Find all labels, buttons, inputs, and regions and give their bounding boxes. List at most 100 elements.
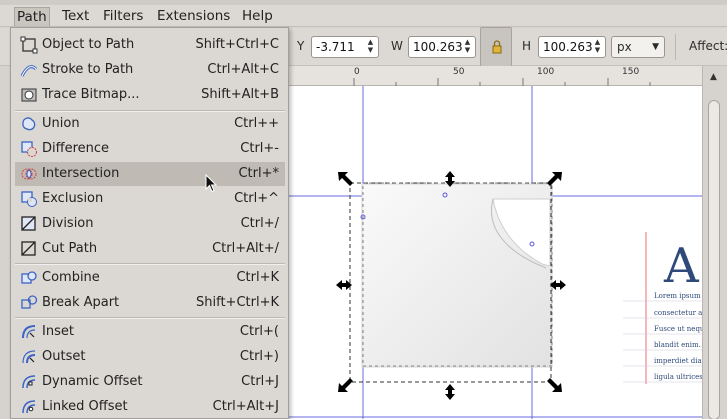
text-line: Lorem ipsum d: [654, 292, 702, 300]
difference-icon: [21, 141, 37, 157]
object-to-path-icon: [20, 36, 38, 54]
menu-item-label: Stroke to Path: [42, 62, 134, 77]
menu-item-inset[interactable]: Inset Ctrl+(: [15, 320, 285, 344]
ruler-label: 100: [537, 67, 555, 77]
menu-item-label: Union: [42, 116, 80, 131]
chevron-down-icon: ▼: [652, 42, 659, 52]
stroke-to-path-icon: [20, 65, 38, 77]
menu-filters[interactable]: Filters: [101, 7, 145, 26]
menu-item-accel: Ctrl+Alt+C: [207, 62, 279, 77]
menu-item-accel: Ctrl+Alt+/: [212, 241, 279, 256]
lock-ratio-button[interactable]: [480, 27, 512, 67]
text-line: blandit enim. V: [654, 341, 702, 349]
menu-item-linked-offset[interactable]: Linked Offset Ctrl+Alt+J: [15, 395, 285, 418]
vertical-scrollbar[interactable]: ▲: [702, 66, 727, 419]
ruler-label: 0: [354, 67, 360, 77]
menu-item-intersection[interactable]: Intersection Ctrl+*: [15, 162, 285, 186]
spin-arrows-icon[interactable]: ▲ ▼: [463, 38, 472, 56]
inkscape-window: Path Text Filters Extensions Help Y -3.7…: [0, 0, 727, 419]
drawing-canvas[interactable]: A Lorem ipsum d consectetur adi Fusce ut…: [288, 86, 702, 419]
menu-path[interactable]: Path: [14, 7, 50, 26]
menu-item-label: Intersection: [42, 166, 120, 181]
menu-item-union[interactable]: Union Ctrl++: [15, 112, 285, 136]
division-icon: [21, 216, 36, 231]
menu-item-accel: Shift+Ctrl+K: [196, 295, 279, 310]
linked-offset-icon: [22, 400, 36, 414]
menubar: Path Text Filters Extensions Help: [0, 5, 727, 27]
path-menu-dropdown: Object to Path Shift+Ctrl+C Stroke to Pa…: [10, 27, 289, 419]
menu-item-accel: Ctrl+K: [236, 270, 279, 285]
menu-item-trace-bitmap[interactable]: Trace Bitmap... Shift+Alt+B: [15, 83, 285, 107]
menu-item-exclusion[interactable]: Exclusion Ctrl+^: [15, 187, 285, 211]
text-line: Fusce ut neque: [654, 325, 702, 333]
menu-item-label: Trace Bitmap...: [42, 87, 140, 102]
unit-value: px: [617, 40, 632, 54]
menu-extensions[interactable]: Extensions: [155, 7, 232, 26]
ruler-label: 150: [622, 67, 640, 77]
w-label: W: [391, 39, 403, 53]
menu-item-accel: Ctrl+): [239, 349, 279, 364]
menu-text[interactable]: Text: [60, 7, 91, 26]
menu-item-dynamic-offset[interactable]: Dynamic Offset Ctrl+J: [15, 370, 285, 394]
menu-item-accel: Ctrl+^: [234, 191, 279, 206]
menu-item-accel: Ctrl+*: [238, 166, 279, 181]
scrollbar-thumb[interactable]: [708, 100, 720, 419]
menu-item-accel: Ctrl+(: [239, 324, 279, 339]
menu-item-accel: Shift+Ctrl+C: [195, 37, 279, 52]
menu-item-combine[interactable]: Combine Ctrl+K: [15, 266, 285, 290]
w-spinbox[interactable]: 100.263 ▲ ▼: [408, 36, 476, 58]
menu-item-label: Division: [42, 216, 94, 231]
text-line: ligula ultrices r: [654, 373, 702, 381]
outset-icon: [22, 350, 36, 364]
menu-item-label: Inset: [42, 324, 74, 339]
menu-separator: [15, 263, 285, 265]
spin-arrows-icon[interactable]: ▲ ▼: [366, 38, 375, 56]
menu-item-accel: Ctrl++: [234, 116, 279, 131]
menu-item-division[interactable]: Division Ctrl+/: [15, 212, 285, 236]
menu-item-object-to-path[interactable]: Object to Path Shift+Ctrl+C: [15, 33, 285, 57]
cut-path-icon: [21, 241, 36, 256]
menu-item-label: Outset: [42, 349, 86, 364]
scroll-up-icon[interactable]: ▲: [710, 72, 717, 82]
trace-bitmap-icon: [21, 88, 37, 102]
menu-item-accel: Shift+Alt+B: [201, 87, 279, 102]
mouse-pointer-icon: [205, 174, 218, 193]
menu-item-break-apart[interactable]: Break Apart Shift+Ctrl+K: [15, 291, 285, 315]
ruler-label: 50: [453, 67, 465, 77]
horizontal-ruler: 0 50 100 150: [288, 66, 727, 86]
menu-item-label: Cut Path: [42, 241, 98, 256]
dynamic-offset-icon: [22, 375, 36, 389]
h-label: H: [522, 39, 532, 53]
menu-item-accel: Ctrl+-: [240, 141, 279, 156]
menu-item-label: Dynamic Offset: [42, 374, 143, 389]
menu-item-label: Exclusion: [42, 191, 104, 206]
menu-item-label: Difference: [42, 141, 110, 156]
menu-separator: [15, 317, 285, 319]
y-label: Y: [297, 39, 305, 53]
canvas-drawing: A Lorem ipsum d consectetur adi Fusce ut…: [288, 86, 702, 419]
menu-item-label: Linked Offset: [42, 399, 128, 414]
h-value: 100.263: [543, 40, 593, 54]
inset-icon: [22, 325, 36, 339]
menu-item-accel: Ctrl+Alt+J: [212, 399, 279, 414]
combine-icon: [21, 271, 37, 284]
intersection-icon: [21, 168, 37, 180]
affect-label: Affect:: [689, 39, 727, 53]
lock-icon: [492, 40, 502, 54]
h-spinbox[interactable]: 100.263 ▲ ▼: [538, 36, 606, 58]
menu-item-accel: Ctrl+J: [241, 374, 279, 389]
menu-item-label: Break Apart: [42, 295, 120, 310]
spin-arrows-icon[interactable]: ▲ ▼: [593, 38, 602, 56]
toolbar-separator: [675, 34, 676, 60]
text-line: imperdiet dian: [654, 357, 702, 365]
menu-help[interactable]: Help: [240, 7, 275, 26]
unit-select[interactable]: px ▼: [611, 36, 665, 58]
menu-item-accel: Ctrl+/: [240, 216, 279, 231]
y-spinbox[interactable]: -3.711 ▲ ▼: [311, 36, 379, 58]
break-apart-icon: [21, 295, 38, 309]
menu-item-outset[interactable]: Outset Ctrl+): [15, 345, 285, 369]
menu-item-cut-path[interactable]: Cut Path Ctrl+Alt+/: [15, 237, 285, 261]
menu-item-stroke-to-path[interactable]: Stroke to Path Ctrl+Alt+C: [15, 58, 285, 82]
menu-item-difference[interactable]: Difference Ctrl+-: [15, 137, 285, 161]
union-icon: [22, 117, 36, 131]
